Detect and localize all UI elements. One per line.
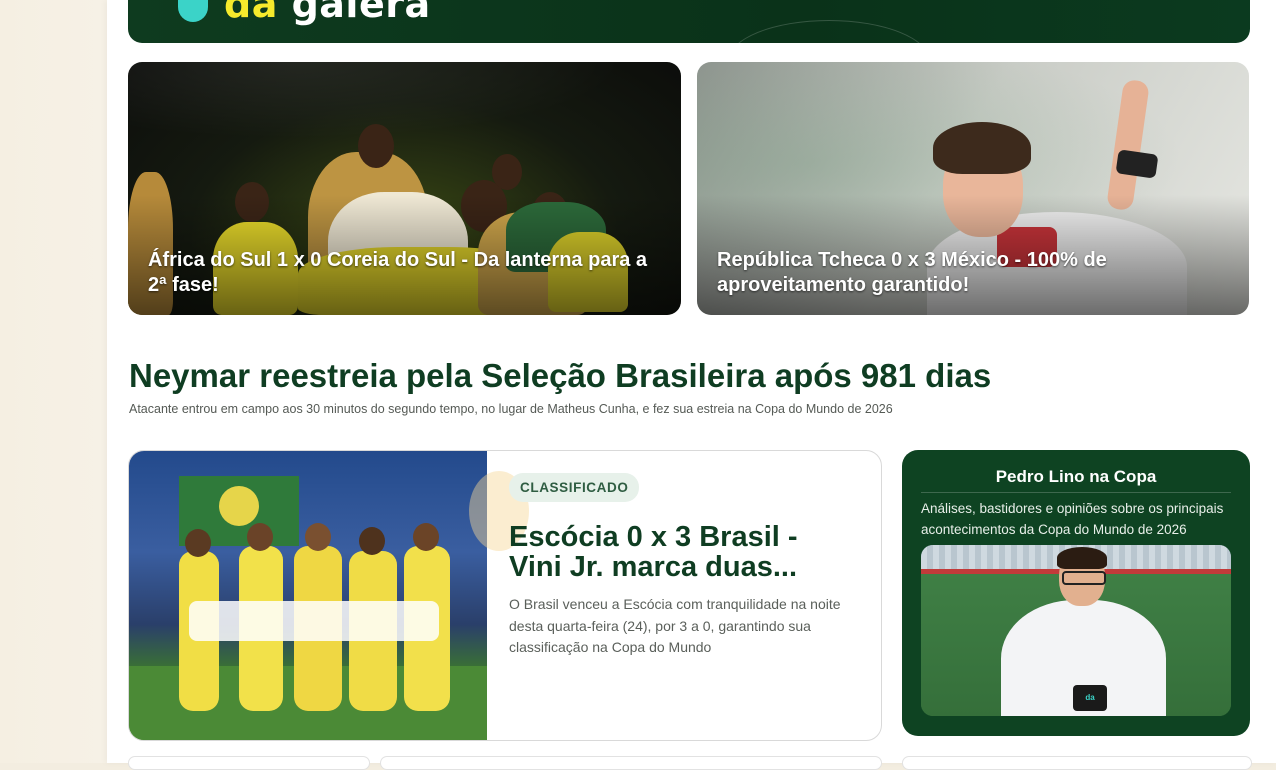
section-subtitle: Atacante entrou em campo aos 30 minutos … [129,402,893,416]
article-card[interactable]: CLASSIFICADO Escócia 0 x 3 Brasil - Vini… [128,450,882,741]
status-badge: CLASSIFICADO [509,473,640,502]
featured-card-title[interactable]: República Tcheca 0 x 3 México - 100% de … [717,248,1219,298]
section-title[interactable]: Neymar reestreia pela Seleção Brasileira… [129,357,991,395]
logo-text-rest: galera [291,0,431,26]
article-image [129,451,487,740]
logo-text: da galera [224,0,431,28]
featured-card-title[interactable]: África do Sul 1 x 0 Coreia do Sul - Da l… [148,248,651,298]
columnist-title[interactable]: Pedro Lino na Copa [902,467,1250,487]
top-banner[interactable]: da galera [128,0,1250,43]
article-headline[interactable]: Escócia 0 x 3 Brasil - Vini Jr. marca du… [509,522,849,584]
columnist-card[interactable]: Pedro Lino na Copa Análises, bastidores … [902,450,1250,736]
next-card[interactable] [128,756,370,770]
divider [921,492,1231,493]
featured-card[interactable]: África do Sul 1 x 0 Coreia do Sul - Da l… [128,62,681,315]
featured-card[interactable]: República Tcheca 0 x 3 México - 100% de … [697,62,1249,315]
columnist-image: da galera [921,545,1231,716]
shirt-logo: da galera [1073,685,1107,711]
banner-decoration [728,20,930,43]
columnist-description: Análises, bastidores e opiniões sobre os… [921,501,1224,537]
article-summary: O Brasil venceu a Escócia com tranquilid… [509,596,841,655]
logo-icon [178,0,208,22]
page-background-left [0,0,107,763]
next-card[interactable] [380,756,882,770]
logo-text-highlight: da [224,0,278,26]
next-card[interactable] [902,756,1252,770]
